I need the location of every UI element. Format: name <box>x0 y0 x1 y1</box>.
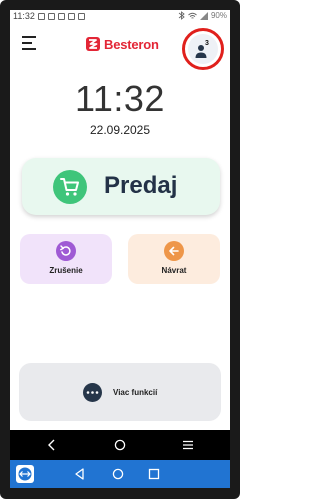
system-icons: 90% <box>178 11 227 20</box>
square-icon <box>78 13 85 20</box>
more-functions-label: Viac funkcií <box>113 388 158 397</box>
home-icon[interactable] <box>112 437 128 453</box>
notification-icons <box>38 13 85 20</box>
bluetooth-icon <box>178 11 185 20</box>
square-recents-icon[interactable] <box>146 466 162 482</box>
status-time: 11:32 <box>13 11 35 21</box>
cancel-label: Zrušenie <box>49 266 83 275</box>
calendar-icon <box>68 13 75 20</box>
more-functions-button[interactable]: Viac funkcií <box>19 363 221 421</box>
app-header: Besteron 3 <box>10 24 230 70</box>
cancel-button[interactable]: Zrušenie <box>20 234 112 284</box>
teamviewer-icon <box>18 467 32 481</box>
undo-icon <box>60 245 71 256</box>
sale-button[interactable]: Predaj <box>22 158 220 215</box>
more-icon-circle <box>83 383 102 402</box>
phone-frame: 11:32 90% Besteron 3 11:32 22.09.2025 Pr… <box>0 0 240 499</box>
printer-icon <box>58 13 65 20</box>
user-avatar: 3 <box>188 34 218 64</box>
signal-icon <box>199 11 208 20</box>
return-label: Návrat <box>161 266 187 275</box>
circle-home-icon[interactable] <box>110 466 126 482</box>
recent-apps-icon[interactable] <box>180 437 196 453</box>
wifi-icon <box>188 12 197 19</box>
back-icon[interactable] <box>44 437 60 453</box>
sale-icon-circle <box>53 170 87 204</box>
cart-icon <box>60 178 79 196</box>
notification-icon <box>38 13 45 20</box>
user-button[interactable]: 3 <box>182 28 224 70</box>
sale-label: Predaj <box>104 172 178 199</box>
image-icon <box>48 13 55 20</box>
system-navigation-bar <box>10 430 230 460</box>
return-icon-circle <box>164 241 184 261</box>
menu-button[interactable] <box>22 36 38 52</box>
battery-percent: 90% <box>210 11 227 20</box>
brand-name: Besteron <box>104 36 159 52</box>
triangle-back-icon[interactable] <box>72 466 88 482</box>
cancel-icon-circle <box>56 241 76 261</box>
return-button[interactable]: Návrat <box>128 234 220 284</box>
clock-date: 22.09.2025 <box>89 123 151 137</box>
status-bar: 11:32 90% <box>10 10 230 24</box>
arrow-left-icon <box>169 246 179 256</box>
screen: 11:32 90% Besteron 3 11:32 22.09.2025 Pr… <box>10 10 230 488</box>
brand: Besteron <box>86 34 159 54</box>
teamviewer-button[interactable] <box>16 465 34 483</box>
besteron-logo <box>86 37 100 51</box>
more-horizontal-icon <box>86 391 99 394</box>
remote-control-bar <box>10 460 230 488</box>
clock-time: 11:32 <box>75 78 165 119</box>
user-count-badge: 3 <box>205 40 209 47</box>
hamburger-icon <box>22 36 36 38</box>
